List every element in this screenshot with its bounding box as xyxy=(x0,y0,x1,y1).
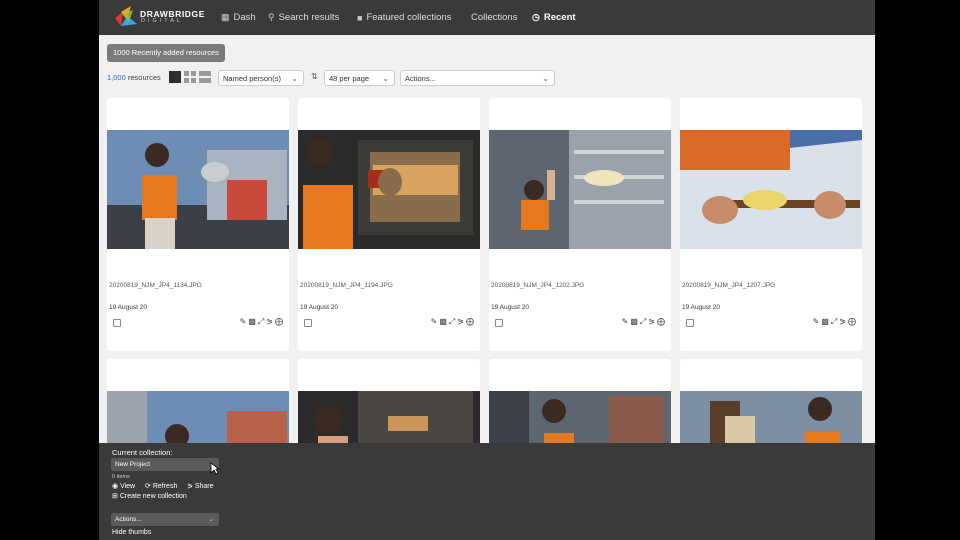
add-icon[interactable]: ⨁ xyxy=(466,317,476,326)
resource-date: 19 August 20 xyxy=(682,304,720,311)
share-icon[interactable]: ⪖ xyxy=(266,317,275,326)
collection-bar: Current collection: New Project ⌄ 0 item… xyxy=(99,443,875,540)
mouse-cursor-icon xyxy=(210,462,220,475)
nav-search-results[interactable]: ⚲ Search results xyxy=(268,0,339,35)
nav-featured-collections-label: Featured collections xyxy=(366,12,452,23)
actions-select-value: Actions... xyxy=(405,74,436,83)
share-icon[interactable]: ⪖ xyxy=(457,317,466,326)
resource-thumbnail[interactable] xyxy=(107,391,289,451)
trash-icon[interactable]: ▩ xyxy=(439,317,449,326)
resource-count-label: resources xyxy=(127,73,161,82)
resource-card[interactable]: 20200819_NJM_JP4_1194.JPG 19 August 20 ✎… xyxy=(298,98,480,351)
sort-order-icon[interactable]: ⇅ xyxy=(311,72,318,81)
select-checkbox[interactable] xyxy=(686,319,694,327)
add-icon[interactable]: ⨁ xyxy=(848,317,858,326)
drawbridge-logo[interactable]: DRAWBRIDGE DIGITAL xyxy=(113,4,205,30)
list-view-icon[interactable] xyxy=(199,71,211,83)
nav-collections[interactable]: Collections xyxy=(471,0,517,35)
view-link-label: View xyxy=(120,483,136,490)
resource-card[interactable]: 20200819_NJM_JP4_1202.JPG 19 August 20 ✎… xyxy=(489,98,671,351)
logo-mark-icon xyxy=(115,6,137,26)
current-collection-label: Current collection: xyxy=(112,448,173,457)
nav-collections-label: Collections xyxy=(471,12,518,23)
grid-icon: ▦ xyxy=(221,12,230,22)
nav-dash-label: Dash xyxy=(233,12,256,23)
collection-actions-select[interactable]: Actions... ⌄ xyxy=(111,513,219,526)
share-icon[interactable]: ⪖ xyxy=(839,317,848,326)
nav-recent[interactable]: ◷ Recent xyxy=(532,0,576,35)
resource-thumbnail[interactable] xyxy=(680,130,862,249)
top-navigation-bar: DRAWBRIDGE DIGITAL ▦ Dash ⚲ Search resul… xyxy=(99,0,875,35)
brand-subname: DIGITAL xyxy=(141,18,183,24)
refresh-link-label: Refresh xyxy=(152,483,178,490)
resource-thumbnail[interactable] xyxy=(107,130,289,249)
trash-icon[interactable]: ▩ xyxy=(248,317,258,326)
filter-select[interactable]: Named person(s) ⌄ xyxy=(218,70,304,86)
recent-resources-badge: 1000 Recently added resources xyxy=(107,44,225,62)
add-icon[interactable]: ⨁ xyxy=(275,317,285,326)
resource-thumbnail[interactable] xyxy=(489,130,671,249)
nav-dash[interactable]: ▦ Dash xyxy=(221,0,256,35)
share-link-label: Share xyxy=(194,483,214,490)
chevron-down-icon: ⌄ xyxy=(542,74,549,83)
chevron-down-icon: ⌄ xyxy=(382,74,389,83)
resource-filename: 20200819_NJM_JP4_1207.JPG xyxy=(682,282,776,289)
results-toolbar: 1,000 resources Named person(s) ⌄ ⇅ 48 p… xyxy=(107,70,867,87)
resource-date: 19 August 20 xyxy=(300,304,338,311)
nav-search-results-label: Search results xyxy=(278,12,340,23)
share-icon: ⪖ xyxy=(187,483,193,490)
small-thumbs-view-icon[interactable] xyxy=(184,71,196,83)
large-thumbs-view-icon[interactable] xyxy=(169,71,181,83)
share-icon[interactable]: ⪖ xyxy=(648,317,657,326)
resource-thumbnail[interactable] xyxy=(489,391,671,451)
resource-actions: ✎▩⤢⪖⨁ xyxy=(813,317,858,327)
resource-filename: 20200819_NJM_JP4_1202.JPG xyxy=(491,282,585,289)
resource-date: 19 August 20 xyxy=(109,304,147,311)
hide-thumbs-link[interactable]: Hide thumbs xyxy=(112,529,151,536)
view-collection-link[interactable]: ◉ View xyxy=(112,482,135,490)
trash-icon[interactable]: ▩ xyxy=(821,317,831,326)
resource-thumbnail[interactable] xyxy=(298,130,480,249)
chevron-down-icon: ⌄ xyxy=(208,516,214,523)
refresh-icon: ⟳ xyxy=(145,483,151,490)
create-collection-link[interactable]: ⊞ Create new collection xyxy=(112,492,187,500)
select-checkbox[interactable] xyxy=(113,319,121,327)
eye-icon: ◉ xyxy=(112,483,119,490)
collection-select-value: New Project xyxy=(115,461,151,468)
collection-actions-value: Actions... xyxy=(115,516,142,523)
resource-card[interactable]: 20200819_NJM_JP4_1134.JPG 19 August 20 ✎… xyxy=(107,98,289,351)
nav-recent-label: Recent xyxy=(543,12,576,23)
per-page-select-value: 48 per page xyxy=(329,74,370,83)
refresh-collection-link[interactable]: ⟳ Refresh xyxy=(145,482,177,490)
app-window: DRAWBRIDGE DIGITAL ▦ Dash ⚲ Search resul… xyxy=(99,0,875,540)
select-checkbox[interactable] xyxy=(495,319,503,327)
select-checkbox[interactable] xyxy=(304,319,312,327)
resource-actions: ✎▩⤢⪖⨁ xyxy=(240,317,285,327)
create-link-label: Create new collection xyxy=(119,493,187,500)
resource-date: 19 August 20 xyxy=(491,304,529,311)
resource-filename: 20200819_NJM_JP4_1194.JPG xyxy=(300,282,393,289)
filter-select-value: Named person(s) xyxy=(223,74,281,83)
trash-icon[interactable]: ▩ xyxy=(630,317,640,326)
collection-select[interactable]: New Project ⌄ xyxy=(111,458,219,471)
resource-filename: 20200819_NJM_JP4_1134.JPG xyxy=(109,282,202,289)
resource-actions: ✎▩⤢⪖⨁ xyxy=(431,317,476,327)
nav-featured-collections[interactable]: ■ Featured collections xyxy=(357,0,451,35)
chevron-down-icon: ⌄ xyxy=(291,74,298,83)
resource-count: 1,000 resources xyxy=(107,73,161,82)
folder-icon: ■ xyxy=(357,12,363,23)
add-icon[interactable]: ⨁ xyxy=(657,317,667,326)
collection-item-count: 0 items xyxy=(112,474,130,480)
resource-thumbnail[interactable] xyxy=(298,391,480,451)
search-icon: ⚲ xyxy=(268,12,275,22)
actions-select[interactable]: Actions... ⌄ xyxy=(400,70,555,86)
share-collection-link[interactable]: ⪖ Share xyxy=(187,482,214,490)
resource-card[interactable]: 20200819_NJM_JP4_1207.JPG 19 August 20 ✎… xyxy=(680,98,862,351)
per-page-select[interactable]: 48 per page ⌄ xyxy=(324,70,395,86)
resource-count-number: 1,000 xyxy=(107,73,126,82)
plus-square-icon: ⊞ xyxy=(112,493,118,500)
resource-thumbnail[interactable] xyxy=(680,391,862,451)
clock-icon: ◷ xyxy=(532,12,540,22)
resource-actions: ✎▩⤢⪖⨁ xyxy=(622,317,667,327)
